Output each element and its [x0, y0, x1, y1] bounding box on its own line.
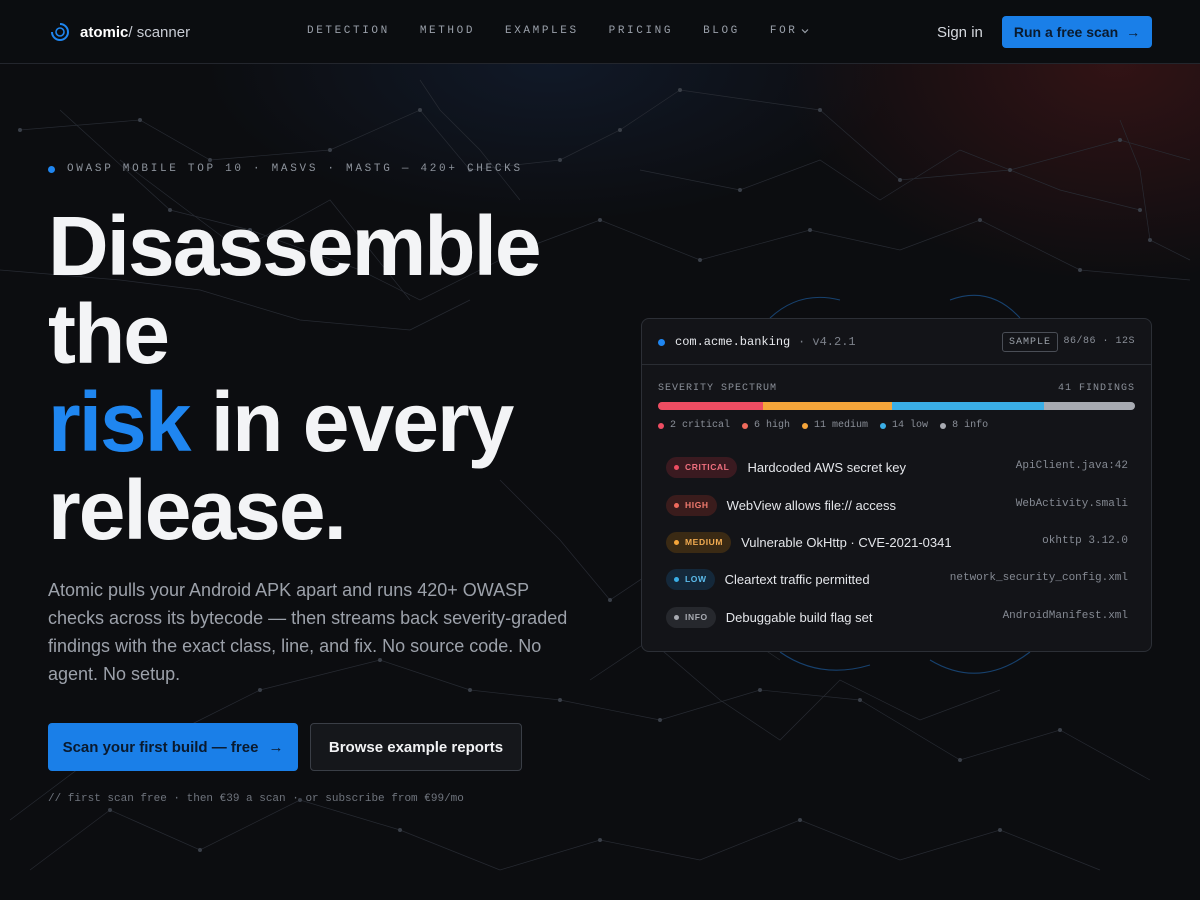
severity-badge: LOW: [666, 568, 715, 590]
severity-spectrum-label: SEVERITY SPECTRUM: [658, 383, 778, 394]
legend-label: 6 high: [754, 420, 791, 431]
spectrum-segment-info: [1044, 402, 1135, 410]
brand-subtitle: / scanner: [128, 23, 191, 41]
severity-badge: CRITICAL: [666, 456, 738, 478]
brand-name: atomic: [80, 23, 129, 41]
sample-badge: SAMPLE: [1002, 332, 1059, 352]
legend-label: 8 info: [952, 420, 989, 431]
arrow-right-icon: →: [268, 738, 284, 756]
finding-location: AndroidManifest.xml: [1002, 610, 1128, 622]
finding-title: Debuggable build flag set: [725, 609, 873, 625]
arrow-right-icon: →: [1126, 24, 1141, 40]
sample-report-card: com.acme.banking · v4.2.1 SAMPLE 86/86 ·…: [641, 318, 1152, 652]
run-free-scan-button[interactable]: Run a free scan →: [1002, 16, 1152, 48]
finding-row[interactable]: INFO Debuggable build flag set AndroidMani…: [666, 606, 1128, 628]
finding-title: Vulnerable OkHttp · CVE-2021-0341: [741, 534, 952, 550]
nav-link-detection[interactable]: DETECTION: [307, 25, 390, 37]
severity-badge: MEDIUM: [666, 531, 732, 553]
brand-logo-link[interactable]: atomic / scanner: [50, 20, 190, 44]
run-free-scan-label: Run a free scan: [1013, 24, 1119, 40]
headline-line-3-rest: in every: [189, 375, 515, 469]
package-name: com.acme.banking: [675, 335, 791, 349]
hero-eyebrow: OWASP MOBILE TOP 10 · MASVS · MASTG — 42…: [48, 163, 523, 175]
legend-dot-icon: [658, 422, 664, 429]
scan-first-build-button[interactable]: Scan your first build — free →: [48, 723, 298, 771]
finding-location: ApiClient.java:42: [1015, 460, 1128, 472]
findings-count: 41 FINDINGS: [1057, 383, 1135, 394]
severity-dot-icon: [674, 502, 679, 508]
headline-accent-word: risk: [48, 375, 191, 469]
legend-item: 8 info: [940, 420, 988, 431]
browse-example-reports-button[interactable]: Browse example reports: [310, 723, 522, 771]
finding-location: okhttp 3.12.0: [1042, 535, 1128, 547]
package-status-dot-icon: [658, 339, 665, 346]
nav-links: DETECTION METHOD EXAMPLES PRICING BLOG F…: [307, 25, 839, 37]
nav-link-for-label: FOR: [769, 25, 798, 37]
legend-item: 11 medium: [802, 420, 868, 431]
hero-lead-paragraph: Atomic pulls your Android APK apart and …: [48, 580, 568, 684]
severity-dot-icon: [674, 464, 679, 470]
legend-dot-icon: [940, 422, 947, 429]
severity-label: LOW: [685, 574, 707, 584]
nav-link-method[interactable]: METHOD: [420, 25, 475, 37]
sign-in-link[interactable]: Sign in: [937, 24, 983, 41]
scan-stats: 86/86 · 12S: [1063, 336, 1135, 347]
severity-spectrum-bar: [658, 402, 1135, 410]
severity-dot-icon: [674, 576, 679, 582]
finding-title: Cleartext traffic permitted: [724, 571, 870, 587]
legend-label: 11 medium: [814, 420, 869, 431]
nav-link-for-dropdown[interactable]: FOR: [770, 25, 810, 37]
top-navigation: atomic / scanner DETECTION METHOD EXAMPL…: [0, 0, 1200, 64]
nav-link-blog[interactable]: BLOG: [703, 25, 740, 37]
finding-title: WebView allows file:// access: [726, 497, 896, 513]
finding-location: WebActivity.smali: [1015, 498, 1128, 510]
scan-first-build-label: Scan your first build — free: [62, 738, 259, 756]
finding-location: network_security_config.xml: [949, 572, 1128, 584]
legend-dot-icon: [802, 422, 809, 429]
spectrum-segment-low: [891, 402, 1045, 410]
nav-link-examples[interactable]: EXAMPLES: [505, 25, 579, 37]
finding-row[interactable]: LOW Cleartext traffic permitted network_se…: [666, 568, 1128, 590]
report-card-header: com.acme.banking · v4.2.1 SAMPLE 86/86 ·…: [642, 319, 1151, 365]
legend-item: 14 low: [880, 420, 928, 431]
severity-label: MEDIUM: [685, 537, 724, 547]
nav-link-pricing[interactable]: PRICING: [609, 25, 673, 37]
headline-line-4: release.: [48, 463, 347, 557]
severity-legend: 2 critical 6 high 11 medium 14 low 8 info: [658, 420, 1000, 431]
pricing-note: // first scan free · then €39 a scan · o…: [48, 793, 464, 805]
hero-headline: Disassemble the risk in every release.: [48, 202, 608, 554]
eyebrow-text: OWASP MOBILE TOP 10 · MASVS · MASTG — 42…: [67, 163, 523, 175]
severity-label: INFO: [685, 612, 708, 622]
legend-item: 2 critical: [658, 420, 730, 431]
severity-badge: INFO: [666, 606, 716, 628]
chevron-down-icon: [802, 29, 809, 34]
finding-row[interactable]: MEDIUM Vulnerable OkHttp · CVE-2021-0341 o…: [666, 531, 1128, 553]
atomic-logo-icon: [50, 22, 69, 41]
severity-dot-icon: [674, 539, 679, 545]
legend-item: 6 high: [742, 420, 790, 431]
legend-label: 14 low: [892, 420, 929, 431]
severity-label: CRITICAL: [685, 462, 730, 472]
legend-dot-icon: [880, 422, 887, 429]
legend-dot-icon: [742, 422, 749, 429]
spectrum-segment-medium: [762, 402, 892, 410]
package-version: · v4.2.1: [798, 335, 856, 349]
legend-label: 2 critical: [670, 420, 731, 431]
severity-label: HIGH: [685, 500, 709, 510]
eyebrow-dot-icon: [48, 165, 55, 173]
finding-title: Hardcoded AWS secret key: [747, 459, 906, 475]
finding-row[interactable]: CRITICAL Hardcoded AWS secret key ApiClien…: [666, 456, 1128, 478]
headline-line-2: the: [48, 287, 170, 381]
severity-dot-icon: [674, 614, 679, 620]
severity-badge: HIGH: [666, 494, 717, 516]
headline-line-1: Disassemble: [48, 199, 542, 293]
finding-row[interactable]: HIGH WebView allows file:// access WebActi…: [666, 494, 1128, 516]
spectrum-segment-critical: [658, 402, 763, 410]
